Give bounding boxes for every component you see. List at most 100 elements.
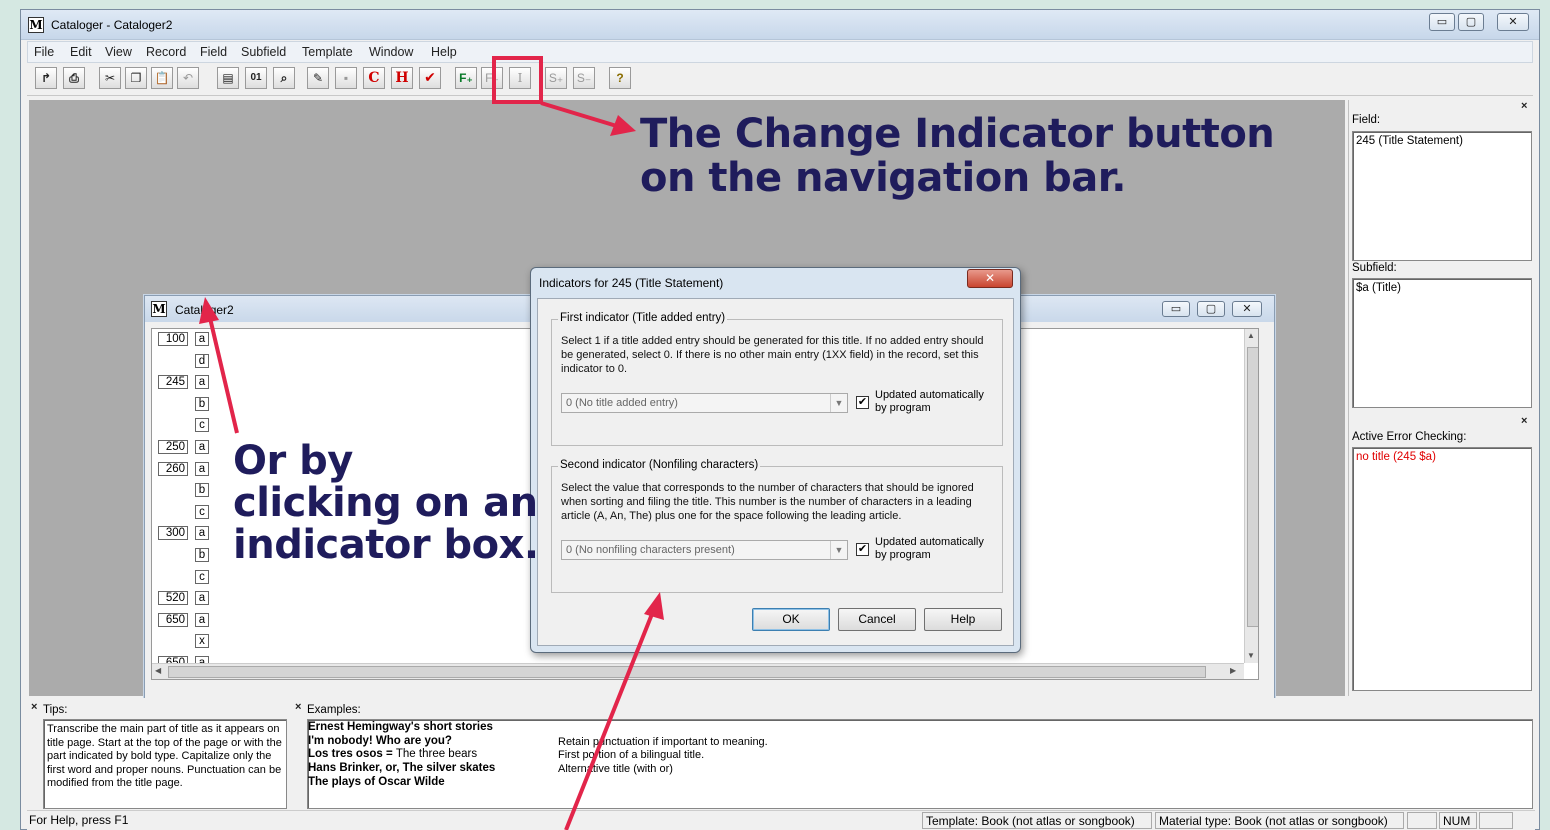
example-note: First portion of a bilingual title. [558,749,705,762]
example-plain: The three bears [395,748,478,761]
scroll-thumb[interactable] [1247,347,1258,627]
tips-box: Transcribe the main part of title as it … [43,719,287,809]
indicator-box[interactable]: d [195,353,209,368]
minimize-button[interactable]: ▭ [1429,13,1455,31]
example-row: Ernest Hemingway's short stories [308,721,493,733]
error-panel-close-icon[interactable]: × [1521,415,1527,427]
indicator-box[interactable]: b [195,548,209,562]
menu-template[interactable]: Template [302,45,353,59]
indicator-box[interactable]: b [195,483,209,498]
indicator-box[interactable]: a [195,440,209,454]
child-close-button[interactable]: ✕ [1232,301,1262,317]
close-button[interactable]: ✕ [1497,13,1529,31]
indicator-box[interactable]: a [195,375,209,390]
second-indicator-select[interactable]: 0 (No nonfiling characters present) ▼ [561,540,848,560]
field-tag[interactable]: 650 [158,612,188,627]
field-tag[interactable]: 260 [158,461,188,476]
maximize-button[interactable]: ▢ [1458,13,1484,31]
binary-view-button[interactable]: 01 [245,67,267,89]
menu-view[interactable]: View [105,45,132,59]
indicator-box[interactable]: c [195,569,209,584]
field-tag[interactable]: 300 [158,526,188,541]
cut-button[interactable]: ✂ [99,67,121,89]
child-minimize-button[interactable]: ▭ [1162,301,1190,317]
first-auto-label-line2: by program [875,402,931,414]
indicator-box[interactable]: a [195,461,209,476]
new-record-button[interactable]: ↱ [35,67,57,89]
second-indicator-value: 0 (No nonfiling characters present) [566,544,735,556]
example-title: Los tres osos = [308,748,396,761]
child-maximize-button[interactable]: ▢ [1197,301,1225,317]
menu-help[interactable]: Help [431,45,457,59]
indicator-box[interactable]: a [195,526,209,541]
copy-button[interactable]: ❐ [125,67,147,89]
status-empty [1407,812,1437,829]
second-indicator-description: Select the value that corresponds to the… [561,482,974,522]
tips-close-icon[interactable]: × [31,701,37,713]
import-button[interactable]: ✎ [307,67,329,89]
first-indicator-value: 0 (No title added entry) [566,397,678,409]
scroll-down-icon[interactable]: ▼ [1247,651,1255,660]
help-button[interactable]: ? [609,67,631,89]
vertical-scrollbar[interactable]: ▲ ▼ [1244,329,1258,663]
indicator-box[interactable]: c [195,418,209,433]
first-auto-checkbox[interactable]: ✔ [856,396,869,409]
title-bar[interactable]: M Cataloger - Cataloger2 ▭ ▢ ✕ [21,10,1539,40]
field-tag[interactable]: 520 [158,591,188,606]
undo-button[interactable]: ↶ [177,67,199,89]
examples-close-icon[interactable]: × [295,701,301,713]
second-auto-checkbox[interactable]: ✔ [856,543,869,556]
indicator-box[interactable]: a [195,612,209,627]
spell-check-button[interactable]: ✔ [419,67,441,89]
horizontal-scrollbar[interactable]: ◀ ▶ [152,663,1244,679]
help-dialog-button[interactable]: Help [924,608,1002,631]
menu-window[interactable]: Window [369,45,413,59]
menu-record[interactable]: Record [146,45,186,59]
change-indicator-button[interactable]: I [509,67,531,89]
scroll-right-icon[interactable]: ▶ [1230,666,1236,675]
print-button[interactable]: ⎙ [63,67,85,89]
indicator-box[interactable]: b [195,396,209,411]
panel-close-icon[interactable]: × [1521,100,1527,112]
delete-subfield-button[interactable]: S₋ [573,67,595,89]
status-num: NUM [1439,812,1477,829]
examples-label: Examples: [307,704,361,716]
chevron-down-icon[interactable]: ▼ [830,394,847,412]
check-record-button[interactable]: C [363,67,385,89]
add-field-button[interactable]: F₊ [455,67,477,89]
ok-button[interactable]: OK [752,608,830,631]
indicator-box[interactable]: a [195,332,209,346]
indicator-box[interactable]: x [195,634,209,649]
field-label: Field: [1352,114,1381,126]
indicator-box[interactable]: a [195,591,209,606]
add-subfield-button[interactable]: S₊ [545,67,567,89]
error-box: no title (245 $a) [1352,447,1532,691]
field-tag[interactable]: 100 [158,332,188,346]
save-button[interactable]: ▪ [335,67,357,89]
check-heading-button[interactable]: H [391,67,413,89]
chevron-down-icon[interactable]: ▼ [830,541,847,559]
cancel-button[interactable]: Cancel [838,608,916,631]
menu-edit[interactable]: Edit [70,45,92,59]
scroll-up-icon[interactable]: ▲ [1247,331,1255,340]
delete-field-button[interactable]: F₋ [481,67,503,89]
menu-subfield[interactable]: Subfield [241,45,286,59]
field-tag[interactable]: 245 [158,375,188,390]
example-row: I'm nobody! Who are you? [308,735,452,747]
window-title: Cataloger - Cataloger2 [51,18,173,32]
indicator-box[interactable]: c [195,504,209,519]
first-indicator-description: Select 1 if a title added entry should b… [561,335,984,375]
examples-box: Ernest Hemingway's short stories I'm nobo… [307,719,1533,809]
scroll-left-icon[interactable]: ◀ [155,666,161,675]
field-tag[interactable]: 250 [158,440,188,454]
dialog-close-button[interactable]: ✕ [967,269,1013,288]
menu-field[interactable]: Field [200,45,227,59]
paste-button[interactable]: 📋 [151,67,173,89]
tips-text: Transcribe the main part of title as it … [47,723,282,789]
marc-view-button[interactable]: ▤ [217,67,239,89]
hscroll-thumb[interactable] [168,666,1206,678]
first-indicator-select[interactable]: 0 (No title added entry) ▼ [561,393,848,413]
help-panes: × Tips: Transcribe the main part of titl… [29,698,1536,813]
menu-file[interactable]: File [34,45,54,59]
find-button[interactable]: ⌕ [273,67,295,89]
